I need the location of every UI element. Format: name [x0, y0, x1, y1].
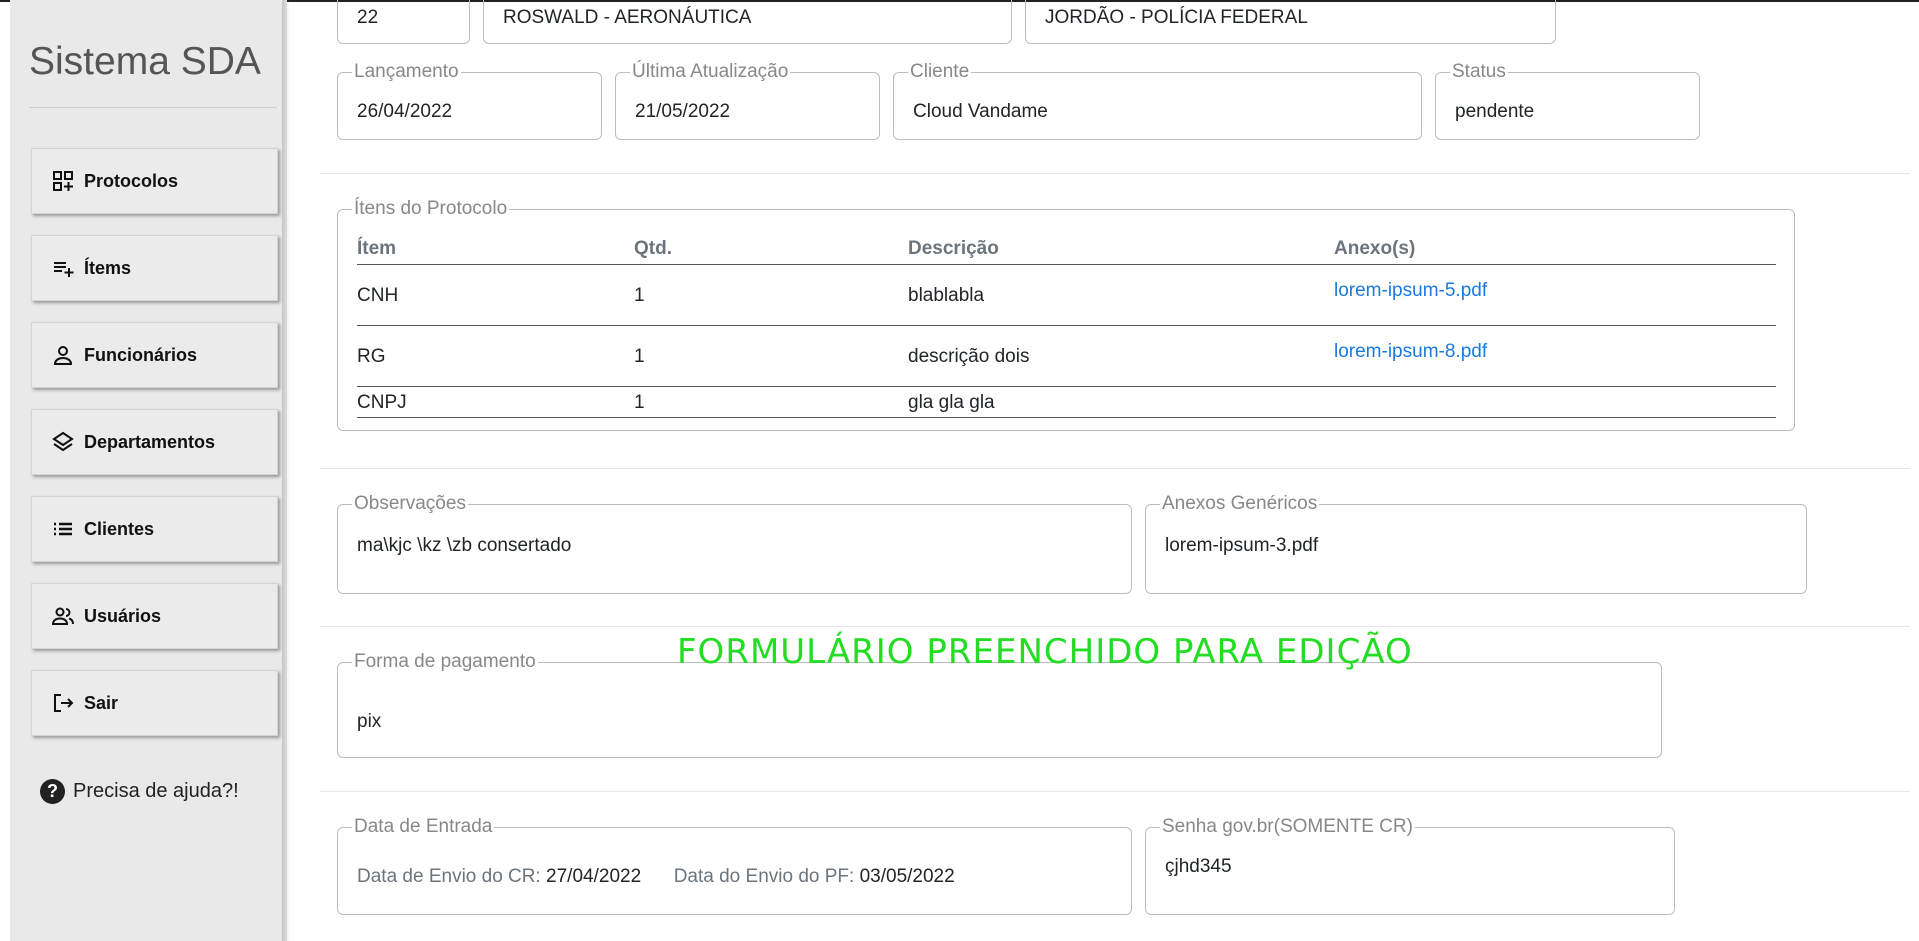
status-field[interactable]: Status pendente: [1435, 60, 1700, 140]
sidebar-item-protocolos[interactable]: Protocolos: [31, 148, 278, 214]
section-divider: [320, 791, 1910, 792]
cell-item: RG: [357, 346, 386, 367]
data-entrada-label: Data de Entrada: [352, 815, 495, 839]
cell-item: CNPJ: [357, 392, 407, 413]
contact-value: JORDÃO - POLÍCIA FEDERAL: [1045, 7, 1308, 28]
section-divider: [320, 173, 1910, 174]
anexos-genericos-field: Anexos Genéricos lorem-ipsum-3.pdf: [1145, 492, 1807, 594]
cell-descricao: gla gla gla: [908, 392, 995, 413]
cell-qtd: 1: [634, 392, 645, 413]
attachment-link[interactable]: lorem-ipsum-5.pdf: [1334, 280, 1487, 302]
lancamento-field[interactable]: Lançamento 26/04/2022: [337, 60, 602, 140]
atualizacao-value: 21/05/2022: [635, 101, 731, 122]
number-field[interactable]: 22: [337, 0, 470, 44]
col-header-qtd: Qtd.: [634, 238, 672, 259]
help-link[interactable]: ? Precisa de ajuda?!: [40, 779, 239, 804]
edit-mode-banner: FORMULÁRIO PREENCHIDO PARA EDIÇÃO: [677, 632, 1413, 672]
generic-attachment-link[interactable]: lorem-ipsum-3.pdf: [1165, 535, 1318, 557]
sidebar-item-clientes[interactable]: Clientes: [31, 496, 278, 562]
sidebar-item-itens[interactable]: Ítems: [31, 235, 278, 301]
cell-qtd: 1: [634, 346, 645, 367]
table-header-line: [357, 264, 1776, 265]
sidebar-item-label: Usuários: [84, 605, 162, 626]
data-entrada-field: Data de Entrada Data de Envio do CR: 27/…: [337, 815, 1132, 915]
sidebar-item-label: Ítems: [84, 257, 132, 278]
help-icon: ?: [40, 779, 65, 804]
sidebar-item-departamentos[interactable]: Departamentos: [31, 409, 278, 475]
anexos-genericos-label: Anexos Genéricos: [1160, 492, 1320, 516]
senha-label: Senha gov.br(SOMENTE CR): [1160, 815, 1415, 839]
cliente-label: Cliente: [908, 60, 972, 84]
sidebar-item-label: Funcionários: [84, 344, 198, 365]
envio-pf-value: 03/05/2022: [859, 866, 955, 887]
observacoes-label: Observações: [352, 492, 468, 516]
items-legend: Ítens do Protocolo: [352, 197, 510, 221]
list-icon: [50, 516, 76, 542]
section-divider: [320, 468, 1910, 469]
table-row-line: [357, 325, 1776, 326]
number-value: 22: [357, 7, 379, 28]
cliente-field[interactable]: Cliente Cloud Vandame: [893, 60, 1422, 140]
playlist-add-icon: [50, 255, 76, 281]
cell-descricao: blablabla: [908, 285, 985, 306]
items-fieldset: Ítens do Protocolo: [337, 197, 1795, 431]
senha-field[interactable]: Senha gov.br(SOMENTE CR) çjhd345: [1145, 815, 1675, 915]
pagamento-field[interactable]: Forma de pagamento pix: [337, 650, 1662, 758]
brand-divider: [29, 107, 277, 108]
sidebar-item-label: Clientes: [84, 518, 155, 539]
sidebar: Sistema SDA Protocolos Ítems Funcionário…: [10, 0, 287, 941]
sidebar-item-funcionarios[interactable]: Funcionários: [31, 322, 278, 388]
cell-descricao: descrição dois: [908, 346, 1030, 367]
status-label: Status: [1450, 60, 1508, 84]
section-divider: [320, 626, 1910, 627]
sidebar-item-sair[interactable]: Sair: [31, 670, 278, 736]
logout-icon: [50, 690, 76, 716]
person-icon: [50, 342, 76, 368]
table-row-line: [357, 417, 1776, 418]
contact-field[interactable]: JORDÃO - POLÍCIA FEDERAL: [1025, 0, 1556, 44]
atualizacao-label: Última Atualização: [630, 60, 791, 84]
cell-qtd: 1: [634, 285, 645, 306]
brand-title: Sistema SDA: [29, 40, 261, 83]
lancamento-label: Lançamento: [352, 60, 461, 84]
sidebar-item-label: Protocolos: [84, 170, 179, 191]
col-header-anexos: Anexo(s): [1334, 238, 1416, 259]
cell-item: CNH: [357, 285, 399, 306]
table-row-line: [357, 386, 1776, 387]
envio-pf-label: Data do Envio do PF:: [673, 866, 855, 887]
pagamento-value: pix: [357, 711, 382, 732]
company-value: ROSWALD - AERONÁUTICA: [503, 7, 752, 28]
status-value: pendente: [1455, 101, 1535, 122]
sidebar-item-usuarios[interactable]: Usuários: [31, 583, 278, 649]
company-field[interactable]: ROSWALD - AERONÁUTICA: [483, 0, 1012, 44]
help-text: Precisa de ajuda?!: [73, 780, 239, 802]
atualizacao-field[interactable]: Última Atualização 21/05/2022: [615, 60, 880, 140]
col-header-descricao: Descrição: [908, 238, 999, 259]
envio-cr-label: Data de Envio do CR:: [357, 866, 541, 887]
sidebar-item-label: Sair: [84, 692, 119, 713]
senha-value: çjhd345: [1165, 856, 1232, 877]
observacoes-field[interactable]: Observações ma\kjc \kz \zb consertado: [337, 492, 1132, 594]
envio-dates: Data de Envio do CR: 27/04/2022 Data do …: [357, 866, 955, 888]
people-icon: [50, 603, 76, 629]
cliente-value: Cloud Vandame: [913, 101, 1048, 122]
lancamento-value: 26/04/2022: [357, 101, 453, 122]
attachment-link[interactable]: lorem-ipsum-8.pdf: [1334, 341, 1487, 363]
col-header-item: Ítem: [357, 238, 397, 259]
pagamento-label: Forma de pagamento: [352, 650, 538, 674]
envio-cr-value: 27/04/2022: [546, 866, 642, 887]
dashboard-add-icon: [50, 168, 76, 194]
sidebar-item-label: Departamentos: [84, 431, 216, 452]
layers-icon: [50, 429, 76, 455]
sidebar-shadow: [282, 0, 290, 941]
observacoes-value: ma\kjc \kz \zb consertado: [357, 535, 572, 556]
